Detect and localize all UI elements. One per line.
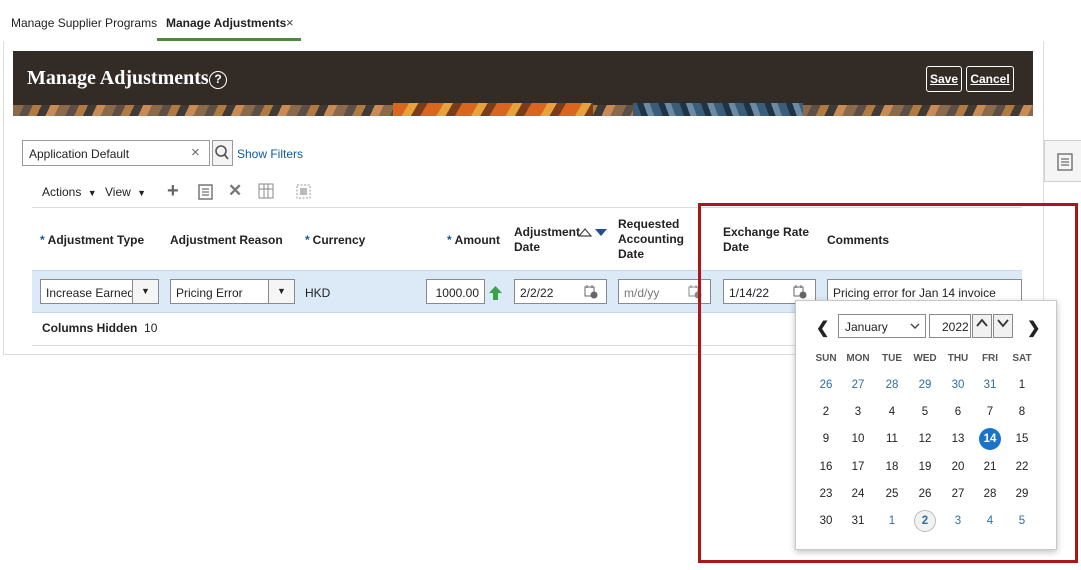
tab-manage-adjustments[interactable]: Manage Adjustments bbox=[166, 16, 286, 30]
amount-input[interactable]: 1000.00 bbox=[426, 279, 485, 304]
search-button[interactable] bbox=[212, 140, 233, 166]
adjustment-type-select[interactable]: Increase Earned ▼ bbox=[40, 279, 159, 304]
side-panel-toggle[interactable] bbox=[1044, 140, 1081, 182]
requested-accounting-date-placeholder: m/d/yy bbox=[624, 286, 660, 300]
help-icon[interactable]: ? bbox=[209, 71, 227, 89]
calendar-icon[interactable] bbox=[584, 285, 598, 299]
columns-hidden-label: Columns Hidden bbox=[42, 321, 138, 335]
edit-icon[interactable] bbox=[198, 184, 213, 200]
annotation-highlight bbox=[698, 203, 1078, 563]
adjustment-reason-value: Pricing Error bbox=[176, 286, 243, 300]
header-decoration-orange bbox=[393, 103, 593, 116]
page-title: Manage Adjustments bbox=[27, 67, 209, 89]
arrow-up-icon bbox=[489, 286, 502, 300]
tab-manage-supplier-programs[interactable]: Manage Supplier Programs bbox=[11, 16, 157, 30]
currency-value: HKD bbox=[305, 286, 331, 300]
close-tab-icon[interactable]: × bbox=[286, 15, 294, 30]
amount-value: 1000.00 bbox=[435, 286, 479, 300]
header-decoration-blue bbox=[633, 103, 803, 116]
chevron-down-icon: ▼ bbox=[132, 280, 158, 303]
view-menu-label: View bbox=[105, 185, 131, 199]
clear-icon[interactable]: × bbox=[191, 144, 200, 161]
sort-icon[interactable] bbox=[578, 226, 608, 238]
adjustment-type-value: Increase Earned bbox=[46, 286, 135, 300]
chevron-down-icon: ▼ bbox=[137, 188, 147, 198]
saved-search-input[interactable]: Application Default × bbox=[22, 140, 210, 166]
chevron-down-icon: ▼ bbox=[87, 188, 97, 198]
page-header: Manage Adjustments ? Save Cancel bbox=[13, 51, 1033, 116]
required-mark: * bbox=[305, 233, 310, 247]
actions-menu-label: Actions bbox=[42, 185, 82, 199]
tab-bar: Manage Supplier Programs Manage Adjustme… bbox=[0, 0, 1081, 42]
saved-search-value: Application Default bbox=[29, 147, 130, 161]
column-header-adjustment-reason[interactable]: Adjustment Reason bbox=[170, 233, 283, 248]
column-header-currency[interactable]: * Currency bbox=[305, 233, 365, 248]
freeze-icon[interactable] bbox=[258, 183, 274, 199]
actions-menu[interactable]: Actions ▼ bbox=[42, 185, 97, 199]
adjustment-reason-select[interactable]: Pricing Error ▼ bbox=[170, 279, 295, 304]
add-icon[interactable]: + bbox=[167, 180, 179, 203]
column-header-adjustment-date[interactable]: Adjustment Date bbox=[514, 225, 580, 255]
search-icon bbox=[215, 145, 229, 160]
column-header-amount[interactable]: * Amount bbox=[447, 233, 500, 248]
required-mark: * bbox=[447, 233, 452, 247]
list-icon bbox=[1057, 153, 1073, 171]
adjustment-date-input[interactable]: 2/2/22 bbox=[514, 279, 607, 304]
adjustment-date-value: 2/2/22 bbox=[520, 286, 554, 300]
delete-icon[interactable]: ✕ bbox=[228, 181, 242, 201]
cancel-button[interactable]: Cancel bbox=[966, 66, 1014, 92]
view-menu[interactable]: View ▼ bbox=[105, 185, 146, 199]
column-header-adjustment-type[interactable]: * Adjustment Type bbox=[40, 233, 144, 248]
save-button[interactable]: Save bbox=[926, 66, 962, 92]
columns-hidden-count: 10 bbox=[144, 321, 158, 335]
show-filters-link[interactable]: Show Filters bbox=[237, 147, 303, 161]
chevron-down-icon: ▼ bbox=[268, 280, 294, 303]
columns-hidden-status: Columns Hidden 10 bbox=[42, 321, 157, 335]
required-mark: * bbox=[40, 233, 45, 247]
column-header-requested-accounting-date[interactable]: Requested Accounting Date bbox=[618, 217, 684, 262]
detach-icon[interactable] bbox=[296, 184, 311, 199]
